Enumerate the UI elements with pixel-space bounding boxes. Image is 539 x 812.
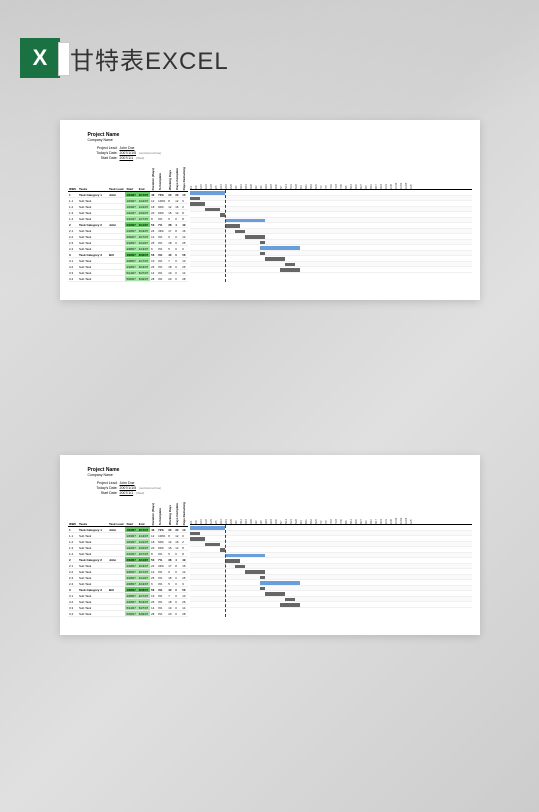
col-wd: Working Days [167, 166, 174, 192]
col-lead: Task Lead [108, 166, 125, 192]
today-line [225, 525, 226, 617]
gantt-category-bar[interactable] [260, 581, 300, 585]
gantt-category-bar[interactable] [190, 191, 225, 195]
table-row[interactable]: 3.4Sub Task 5/06/076/02/07 280% 20028 [68, 276, 188, 282]
gantt-date-label: 11/5 [410, 501, 415, 524]
gantt-task-bar[interactable] [260, 252, 265, 256]
gantt-chart: 1/11/81/151/221/292/52/122/192/263/53/12… [190, 501, 472, 617]
gantt-chart: 1/11/81/151/221/292/52/122/192/263/53/12… [190, 166, 472, 282]
task-table: WBS Tasks Task Lead Start End Duration (… [68, 501, 188, 617]
col-start: Start [125, 501, 137, 527]
table-row[interactable]: 3.4Sub Task 5/06/076/02/07 280% 20028 [68, 611, 188, 617]
gantt-task-bar[interactable] [260, 241, 265, 245]
col-tasks: Tasks [78, 501, 108, 527]
gantt-task-bar[interactable] [190, 532, 200, 536]
gantt-category-bar[interactable] [225, 219, 265, 223]
meta-start: Start Date:2007/1/1(Wed) [88, 491, 472, 495]
gantt-task-bar[interactable] [225, 224, 240, 228]
col-end: End [137, 166, 149, 192]
gantt-task-bar[interactable] [245, 570, 265, 574]
col-dr: Days Remaining [181, 166, 188, 192]
gantt-date-label: 11/5 [410, 166, 415, 189]
col-start: Start [125, 166, 137, 192]
gantt-task-bar[interactable] [260, 587, 265, 591]
gantt-task-bar[interactable] [225, 559, 240, 563]
col-duration: Duration (Days) [150, 501, 157, 527]
gantt-task-bar[interactable] [260, 576, 265, 580]
gantt-task-bar[interactable] [285, 598, 295, 602]
company-name: Company Name [88, 473, 472, 477]
gantt-row [190, 267, 472, 273]
meta-start: Start Date:2007/1/1(Wed) [88, 156, 472, 160]
gantt-task-bar[interactable] [245, 235, 265, 239]
excel-icon [20, 38, 60, 78]
gantt-task-bar[interactable] [190, 537, 205, 541]
gantt-task-bar[interactable] [280, 268, 300, 272]
gantt-task-bar[interactable] [280, 603, 300, 607]
page-title: 甘特表EXCEL [70, 41, 229, 76]
gantt-preview-panel-2: Project Name Company Name Project Lead:J… [60, 455, 480, 635]
today-line [225, 190, 226, 282]
col-wbs: WBS [68, 501, 78, 527]
gantt-preview-panel-1: Project Name Company Name Project Lead:J… [60, 120, 480, 300]
col-pct: % Complete [157, 501, 167, 527]
gantt-task-bar[interactable] [265, 257, 285, 261]
col-dc: Days Complete [174, 166, 181, 192]
header-bar: 甘特表EXCEL [20, 38, 229, 78]
col-wd: Working Days [167, 501, 174, 527]
gantt-task-bar[interactable] [235, 565, 245, 569]
meta-lead: Project Lead:John Doe [88, 481, 472, 485]
meta-today: Today's Date:2007/1/1/5(vertical red lin… [88, 151, 472, 155]
gantt-task-bar[interactable] [285, 263, 295, 267]
gantt-category-bar[interactable] [225, 554, 265, 558]
gantt-task-bar[interactable] [190, 197, 200, 201]
gantt-task-bar[interactable] [235, 230, 245, 234]
col-dr: Days Remaining [181, 501, 188, 527]
gantt-task-bar[interactable] [205, 543, 220, 547]
gantt-category-bar[interactable] [260, 246, 300, 250]
gantt-category-bar[interactable] [190, 526, 225, 530]
gantt-task-bar[interactable] [265, 592, 285, 596]
task-table: WBS Tasks Task Lead Start End Duration (… [68, 166, 188, 282]
col-dc: Days Complete [174, 501, 181, 527]
company-name: Company Name [88, 138, 472, 142]
col-pct: % Complete [157, 166, 167, 192]
meta-today: Today's Date:2007/1/1/5(vertical red lin… [88, 486, 472, 490]
gantt-task-bar[interactable] [205, 208, 220, 212]
meta-lead: Project Lead:John Doe [88, 146, 472, 150]
col-end: End [137, 501, 149, 527]
col-lead: Task Lead [108, 501, 125, 527]
col-wbs: WBS [68, 166, 78, 192]
col-tasks: Tasks [78, 166, 108, 192]
gantt-task-bar[interactable] [190, 202, 205, 206]
col-duration: Duration (Days) [150, 166, 157, 192]
gantt-row [190, 602, 472, 608]
